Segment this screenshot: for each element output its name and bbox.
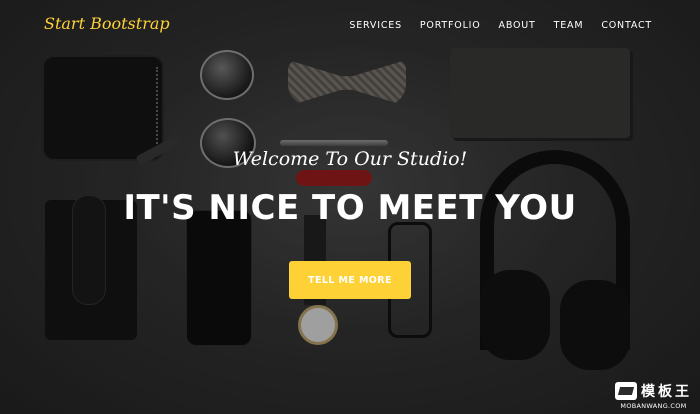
nav-item-team[interactable]: TEAM [554, 20, 584, 31]
pocket-knife-image [296, 170, 372, 186]
watch-face-image [298, 305, 338, 345]
notebook-image [450, 48, 630, 138]
nav-item-portfolio[interactable]: PORTFOLIO [420, 20, 481, 31]
brand-logo-link[interactable]: Start Bootstrap [44, 14, 170, 33]
smartphone-image [186, 210, 252, 346]
tell-me-more-button[interactable]: TELL ME MORE [289, 261, 411, 299]
watermark: 模板王 MOBANWANG.COM [615, 381, 692, 410]
hero-section: Start Bootstrap SERVICES PORTFOLIO ABOUT… [0, 0, 700, 414]
nav-item-about[interactable]: ABOUT [499, 20, 536, 31]
watermark-name: 模板王 [641, 384, 692, 400]
hero-heading: IT'S NICE TO MEET YOU [123, 188, 577, 228]
watermark-logo-icon [615, 382, 637, 400]
hero-lead-text: Welcome To Our Studio! [232, 148, 468, 170]
headphones-cup-image [560, 280, 630, 370]
watermark-row: 模板王 [615, 381, 692, 401]
watermark-url: MOBANWANG.COM [620, 402, 687, 410]
pen-image [280, 140, 388, 146]
nav-item-services[interactable]: SERVICES [349, 20, 401, 31]
nav-menu: SERVICES PORTFOLIO ABOUT TEAM CONTACT [349, 20, 652, 31]
bowtie-image [288, 60, 406, 106]
nav-item-contact[interactable]: CONTACT [601, 20, 652, 31]
main-navbar: Start Bootstrap SERVICES PORTFOLIO ABOUT… [0, 0, 700, 52]
headphones-cup-image [480, 270, 550, 360]
wallet-image [42, 55, 164, 161]
sunglasses-lens-image [200, 50, 254, 100]
